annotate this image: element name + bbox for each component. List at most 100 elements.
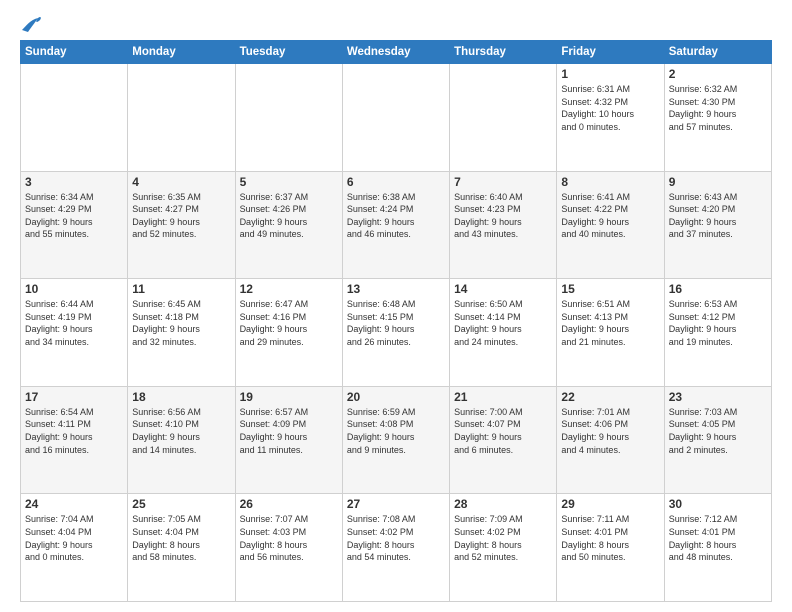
calendar-cell: 12Sunrise: 6:47 AM Sunset: 4:16 PM Dayli…	[235, 279, 342, 387]
day-number: 15	[561, 282, 659, 296]
calendar-cell: 24 Sunrise: 7:04 AM Sunset: 4:04 PM Dayli…	[21, 494, 128, 602]
day-number: 11	[132, 282, 230, 296]
day-info: Sunrise: 7:00 AM Sunset: 4:07 PM Dayligh…	[454, 406, 552, 456]
day-number: 6	[347, 175, 445, 189]
calendar-cell: 27Sunrise: 7:08 AM Sunset: 4:02 PM Dayli…	[342, 494, 449, 602]
day-info: Sunrise: 6:31 AM Sunset: 4:32 PM Dayligh…	[561, 83, 659, 133]
day-number: 13	[347, 282, 445, 296]
calendar-table: SundayMondayTuesdayWednesdayThursdayFrid…	[20, 40, 772, 602]
day-info: Sunrise: 6:37 AM Sunset: 4:26 PM Dayligh…	[240, 191, 338, 241]
header	[20, 16, 772, 32]
calendar-cell	[21, 64, 128, 172]
day-number: 26	[240, 497, 338, 511]
calendar-cell: 7Sunrise: 6:40 AM Sunset: 4:23 PM Daylig…	[450, 171, 557, 279]
calendar-cell: 28 Sunrise: 7:09 AM Sunset: 4:02 PM Dayli…	[450, 494, 557, 602]
day-info: Sunrise: 6:50 AM Sunset: 4:14 PM Dayligh…	[454, 298, 552, 348]
calendar-week-row: 1 Sunrise: 6:31 AM Sunset: 4:32 PM Daylig…	[21, 64, 772, 172]
calendar-day-header: Saturday	[664, 41, 771, 64]
calendar-cell	[450, 64, 557, 172]
day-info: Sunrise: 7:01 AM Sunset: 4:06 PM Dayligh…	[561, 406, 659, 456]
calendar-cell: 14 Sunrise: 6:50 AM Sunset: 4:14 PM Dayli…	[450, 279, 557, 387]
calendar-day-header: Sunday	[21, 41, 128, 64]
calendar-cell: 20 Sunrise: 6:59 AM Sunset: 4:08 PM Dayli…	[342, 386, 449, 494]
day-info: Sunrise: 6:38 AM Sunset: 4:24 PM Dayligh…	[347, 191, 445, 241]
calendar-cell: 23 Sunrise: 7:03 AM Sunset: 4:05 PM Dayli…	[664, 386, 771, 494]
day-number: 30	[669, 497, 767, 511]
day-info: Sunrise: 6:45 AM Sunset: 4:18 PM Dayligh…	[132, 298, 230, 348]
day-number: 23	[669, 390, 767, 404]
calendar-cell	[128, 64, 235, 172]
day-info: Sunrise: 7:04 AM Sunset: 4:04 PM Dayligh…	[25, 513, 123, 563]
calendar-cell: 13 Sunrise: 6:48 AM Sunset: 4:15 PM Dayli…	[342, 279, 449, 387]
day-number: 16	[669, 282, 767, 296]
day-info: Sunrise: 6:48 AM Sunset: 4:15 PM Dayligh…	[347, 298, 445, 348]
day-number: 29	[561, 497, 659, 511]
day-info: Sunrise: 6:41 AM Sunset: 4:22 PM Dayligh…	[561, 191, 659, 241]
calendar-header-row: SundayMondayTuesdayWednesdayThursdayFrid…	[21, 41, 772, 64]
day-number: 1	[561, 67, 659, 81]
day-info: Sunrise: 7:03 AM Sunset: 4:05 PM Dayligh…	[669, 406, 767, 456]
calendar-cell	[342, 64, 449, 172]
day-number: 4	[132, 175, 230, 189]
day-info: Sunrise: 6:43 AM Sunset: 4:20 PM Dayligh…	[669, 191, 767, 241]
calendar-week-row: 10 Sunrise: 6:44 AM Sunset: 4:19 PM Dayli…	[21, 279, 772, 387]
logo-bird-icon	[20, 16, 42, 34]
day-info: Sunrise: 6:34 AM Sunset: 4:29 PM Dayligh…	[25, 191, 123, 241]
day-info: Sunrise: 6:35 AM Sunset: 4:27 PM Dayligh…	[132, 191, 230, 241]
day-info: Sunrise: 7:09 AM Sunset: 4:02 PM Dayligh…	[454, 513, 552, 563]
calendar-cell: 22 Sunrise: 7:01 AM Sunset: 4:06 PM Dayli…	[557, 386, 664, 494]
day-info: Sunrise: 6:54 AM Sunset: 4:11 PM Dayligh…	[25, 406, 123, 456]
day-number: 25	[132, 497, 230, 511]
calendar-cell: 18 Sunrise: 6:56 AM Sunset: 4:10 PM Dayli…	[128, 386, 235, 494]
day-info: Sunrise: 6:53 AM Sunset: 4:12 PM Dayligh…	[669, 298, 767, 348]
day-info: Sunrise: 6:57 AM Sunset: 4:09 PM Dayligh…	[240, 406, 338, 456]
calendar-cell: 8 Sunrise: 6:41 AM Sunset: 4:22 PM Daylig…	[557, 171, 664, 279]
day-info: Sunrise: 7:12 AM Sunset: 4:01 PM Dayligh…	[669, 513, 767, 563]
day-info: Sunrise: 7:05 AM Sunset: 4:04 PM Dayligh…	[132, 513, 230, 563]
calendar-cell: 5Sunrise: 6:37 AM Sunset: 4:26 PM Daylig…	[235, 171, 342, 279]
day-number: 20	[347, 390, 445, 404]
calendar-cell: 21 Sunrise: 7:00 AM Sunset: 4:07 PM Dayli…	[450, 386, 557, 494]
calendar-cell: 9 Sunrise: 6:43 AM Sunset: 4:20 PM Daylig…	[664, 171, 771, 279]
calendar-cell: 4 Sunrise: 6:35 AM Sunset: 4:27 PM Daylig…	[128, 171, 235, 279]
page: SundayMondayTuesdayWednesdayThursdayFrid…	[0, 0, 792, 612]
day-number: 24	[25, 497, 123, 511]
day-info: Sunrise: 6:59 AM Sunset: 4:08 PM Dayligh…	[347, 406, 445, 456]
calendar-cell: 11 Sunrise: 6:45 AM Sunset: 4:18 PM Dayli…	[128, 279, 235, 387]
day-info: Sunrise: 7:07 AM Sunset: 4:03 PM Dayligh…	[240, 513, 338, 563]
calendar-cell: 17 Sunrise: 6:54 AM Sunset: 4:11 PM Dayli…	[21, 386, 128, 494]
calendar-cell: 25 Sunrise: 7:05 AM Sunset: 4:04 PM Dayli…	[128, 494, 235, 602]
day-number: 22	[561, 390, 659, 404]
calendar-cell: 30 Sunrise: 7:12 AM Sunset: 4:01 PM Dayli…	[664, 494, 771, 602]
day-number: 2	[669, 67, 767, 81]
day-info: Sunrise: 6:56 AM Sunset: 4:10 PM Dayligh…	[132, 406, 230, 456]
day-info: Sunrise: 6:32 AM Sunset: 4:30 PM Dayligh…	[669, 83, 767, 133]
calendar-day-header: Wednesday	[342, 41, 449, 64]
day-number: 10	[25, 282, 123, 296]
calendar-cell: 6 Sunrise: 6:38 AM Sunset: 4:24 PM Daylig…	[342, 171, 449, 279]
calendar-cell: 19Sunrise: 6:57 AM Sunset: 4:09 PM Dayli…	[235, 386, 342, 494]
day-number: 8	[561, 175, 659, 189]
calendar-week-row: 17 Sunrise: 6:54 AM Sunset: 4:11 PM Dayli…	[21, 386, 772, 494]
calendar-cell: 10 Sunrise: 6:44 AM Sunset: 4:19 PM Dayli…	[21, 279, 128, 387]
calendar-cell: 1 Sunrise: 6:31 AM Sunset: 4:32 PM Daylig…	[557, 64, 664, 172]
calendar-day-header: Tuesday	[235, 41, 342, 64]
calendar-cell	[235, 64, 342, 172]
day-info: Sunrise: 6:44 AM Sunset: 4:19 PM Dayligh…	[25, 298, 123, 348]
day-number: 21	[454, 390, 552, 404]
calendar-day-header: Friday	[557, 41, 664, 64]
day-number: 17	[25, 390, 123, 404]
calendar-week-row: 24 Sunrise: 7:04 AM Sunset: 4:04 PM Dayli…	[21, 494, 772, 602]
calendar-cell: 26 Sunrise: 7:07 AM Sunset: 4:03 PM Dayli…	[235, 494, 342, 602]
calendar-cell: 3 Sunrise: 6:34 AM Sunset: 4:29 PM Daylig…	[21, 171, 128, 279]
calendar-cell: 2 Sunrise: 6:32 AM Sunset: 4:30 PM Daylig…	[664, 64, 771, 172]
day-number: 3	[25, 175, 123, 189]
day-number: 9	[669, 175, 767, 189]
calendar-cell: 29 Sunrise: 7:11 AM Sunset: 4:01 PM Dayli…	[557, 494, 664, 602]
day-number: 28	[454, 497, 552, 511]
day-number: 14	[454, 282, 552, 296]
day-number: 18	[132, 390, 230, 404]
calendar-day-header: Thursday	[450, 41, 557, 64]
day-info: Sunrise: 7:11 AM Sunset: 4:01 PM Dayligh…	[561, 513, 659, 563]
day-info: Sunrise: 6:40 AM Sunset: 4:23 PM Dayligh…	[454, 191, 552, 241]
